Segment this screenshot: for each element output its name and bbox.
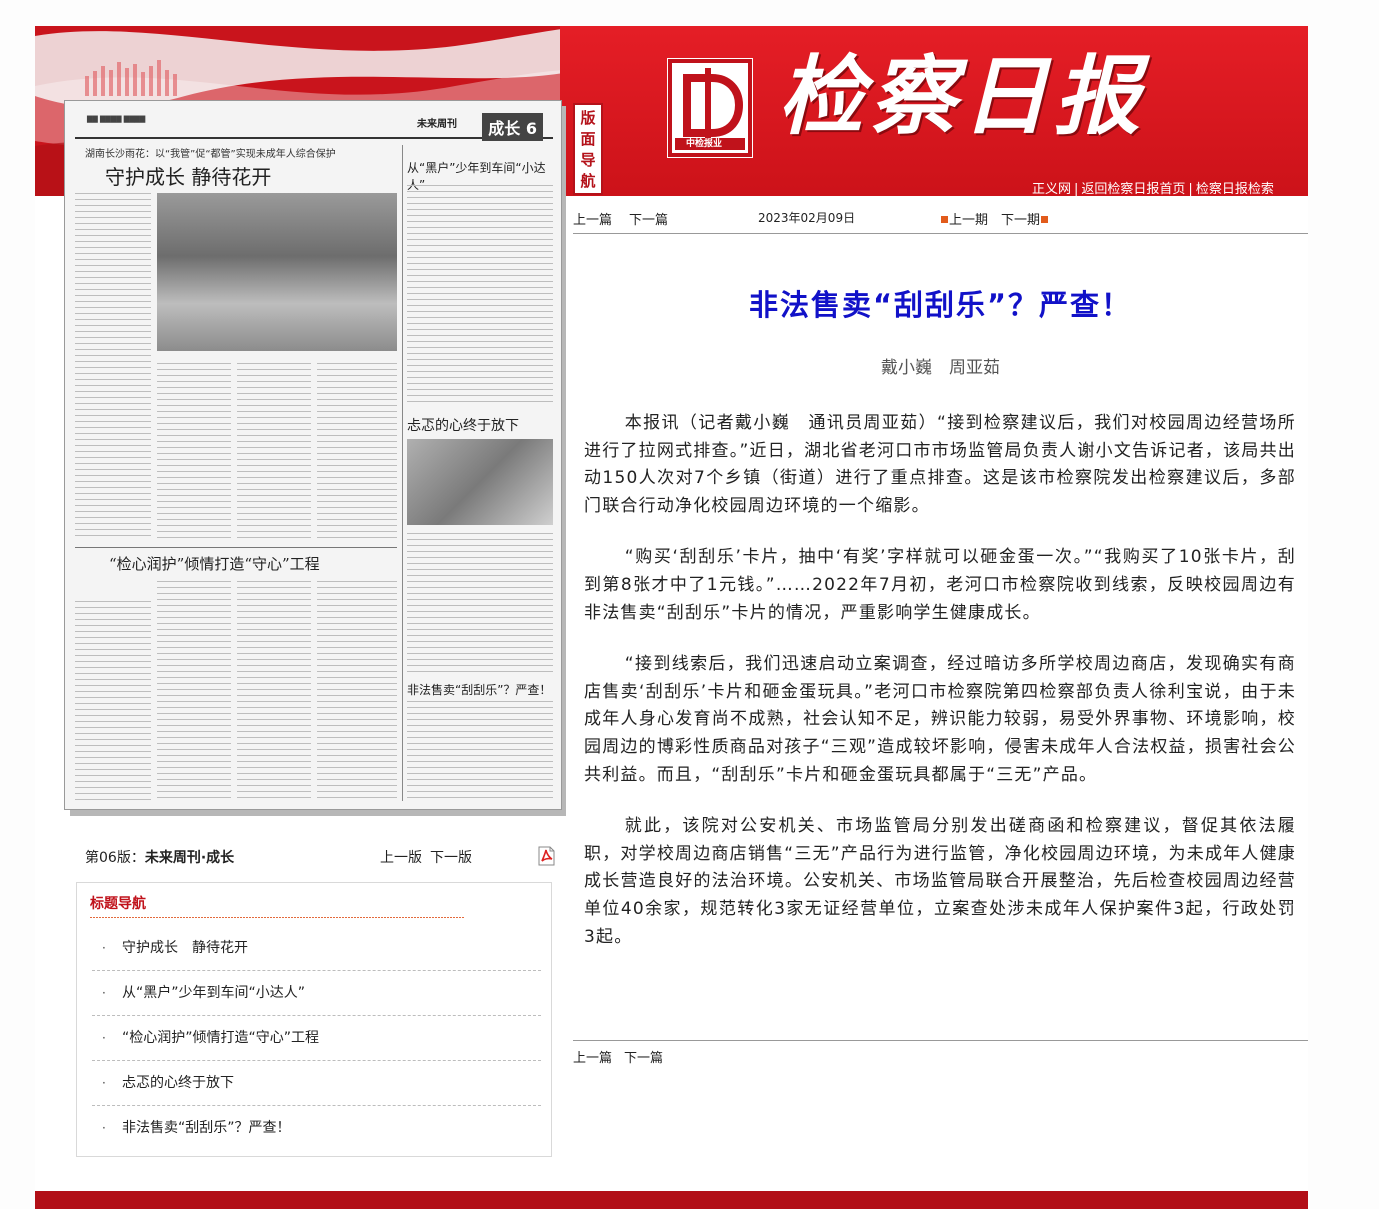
paper-headline-main: 守护成长 静待花开	[105, 165, 272, 189]
prev-edition-link[interactable]: 上一版	[380, 850, 422, 866]
link-home[interactable]: 返回检察日报首页	[1081, 182, 1185, 197]
article-body: 本报讯（记者戴小巍 通讯员周亚茹）“接到检察建议后，我们对校园周边经营场所进行了…	[584, 410, 1296, 975]
paper-text-column	[407, 701, 553, 801]
bullet-icon: ·	[102, 1121, 106, 1135]
article-nav-bottom: 上一篇 下一篇	[573, 1040, 1308, 1066]
masthead-title: 检察日报	[778, 46, 1146, 147]
edition-name: 未来周刊·成长	[144, 850, 235, 866]
bullet-icon: ·	[102, 941, 106, 955]
top-links: 正义网 | 返回检察日报首页 | 检察日报检索	[1032, 178, 1274, 197]
article-paragraph: 本报讯（记者戴小巍 通讯员周亚茹）“接到检察建议后，我们对校园周边经营场所进行了…	[584, 413, 1296, 516]
bullet-icon: ·	[102, 986, 106, 1000]
next-article-link[interactable]: 下一篇	[629, 209, 668, 228]
headline-nav-item[interactable]: · 非法售卖“刮刮乐”？严查！	[92, 1106, 541, 1151]
paper-text-column	[237, 581, 311, 801]
prev-article-link-bottom[interactable]: 上一篇	[573, 1051, 612, 1066]
pdf-icon[interactable]	[537, 846, 556, 866]
paper-text-column	[317, 581, 397, 801]
paper-issue-tag: 成长 6	[482, 113, 543, 141]
layout-nav-tag: 版面导航	[573, 103, 603, 195]
prev-issue-link[interactable]: 上一期	[940, 209, 988, 228]
bullet-icon: ·	[102, 1031, 106, 1045]
link-zhengyi[interactable]: 正义网	[1032, 182, 1071, 197]
headline-nav-item-label: 非法售卖“刮刮乐”？严查！	[122, 1120, 291, 1136]
paper-text-column	[157, 363, 231, 543]
prev-article-link[interactable]: 上一篇	[573, 209, 612, 228]
article-author: 戴小巍 周亚茹	[881, 358, 1000, 378]
paper-headline-right-mid: 忐忑的心终于放下	[407, 418, 519, 434]
paper-text-column	[237, 363, 311, 543]
logo-caption: 中检报业	[686, 139, 723, 149]
headline-nav-underline	[90, 917, 464, 918]
arrow-left-icon	[941, 216, 948, 223]
edition-label: 第06版：未来周刊·成长	[85, 847, 234, 867]
newspaper-page-thumbnail[interactable]: ▇▇ ▇▇▇▇ ▇▇▇▇ 未来周刊 成长 6 湖南长沙雨花：以“我管”促“都管”…	[64, 100, 562, 810]
headline-nav-list: · 守护成长 静待花开 · 从“黑户”少年到车间“小达人” · “检心润护”倾情打造“…	[92, 926, 541, 1151]
paper-text-column	[75, 601, 151, 801]
headline-nav-item[interactable]: · 从“黑户”少年到车间“小达人”	[92, 971, 541, 1016]
paper-kicker: 湖南长沙雨花：以“我管”促“都管”实现未成年人综合保护	[85, 149, 336, 160]
next-issue-link[interactable]: 下一期	[1001, 209, 1049, 228]
next-issue-label: 下一期	[1001, 213, 1041, 228]
paper-photo-classroom	[157, 193, 397, 351]
headline-nav-item[interactable]: · 守护成长 静待花开	[92, 926, 541, 971]
prev-issue-label: 上一期	[949, 213, 989, 228]
link-search[interactable]: 检察日报检索	[1196, 182, 1274, 197]
next-edition-link[interactable]: 下一版	[430, 850, 472, 866]
headline-nav-item[interactable]: · “检心润护”倾情打造“守心”工程	[92, 1016, 541, 1061]
headline-nav-box: 标题导航 · 守护成长 静待花开 · 从“黑户”少年到车间“小达人” · “检心润护”…	[76, 882, 552, 1157]
paper-masthead-bar: ▇▇ ▇▇▇▇ ▇▇▇▇ 未来周刊 成长 6	[75, 111, 553, 141]
paper-text-column	[407, 533, 553, 673]
paper-text-column	[75, 193, 151, 538]
paper-text-column	[157, 581, 231, 801]
paper-divider	[402, 145, 403, 801]
article-paragraph: “购买‘刮刮乐’卡片，抽中‘有奖’字样就可以砸金蛋一次。”“我购买了10张卡片，…	[584, 547, 1296, 623]
article-paragraph: 就此，该院对公安机关、市场监管局分别发出磋商函和检察建议，督促其依法履职，对学校…	[584, 816, 1296, 947]
paper-headline-right-bottom: 非法售卖“刮刮乐”？严查！	[407, 683, 552, 697]
headline-nav-item[interactable]: · 忐忑的心终于放下	[92, 1061, 541, 1106]
bullet-icon: ·	[102, 1076, 106, 1090]
issue-date: 2023年02月09日	[758, 211, 856, 225]
headline-nav-item-label: 忐忑的心终于放下	[122, 1075, 234, 1091]
article-title: 非法售卖“刮刮乐”？严查！	[748, 288, 1133, 322]
paper-text-column	[317, 363, 397, 543]
article-nav-top: 上一篇 下一篇 2023年02月09日 上一期 下一期	[573, 209, 1308, 234]
headline-nav-item-label: 守护成长 静待花开	[122, 940, 248, 956]
article-paragraph: “接到线索后，我们迅速启动立案调查，经过暗访多所学校周边商店，发现确实有商店售卖…	[584, 654, 1296, 785]
link-separator: |	[1188, 182, 1193, 197]
paper-weekly-label: 未来周刊	[417, 119, 457, 130]
edition-nav: 上一版 下一版	[380, 847, 480, 867]
paper-small-header: ▇▇ ▇▇▇▇ ▇▇▇▇	[87, 115, 146, 123]
next-article-link-bottom[interactable]: 下一篇	[624, 1051, 663, 1066]
headline-nav-title: 标题导航	[90, 896, 146, 912]
arrow-right-icon	[1041, 216, 1049, 223]
headline-nav-item-label: 从“黑户”少年到车间“小达人”	[122, 985, 306, 1001]
edition-prefix: 第06版：	[85, 850, 145, 866]
paper-text-column	[407, 185, 553, 407]
headline-nav-item-label: “检心润护”倾情打造“守心”工程	[122, 1030, 320, 1046]
paper-headline-middle: “检心润护”倾情打造“守心”工程	[109, 555, 320, 573]
paper-divider	[75, 547, 397, 548]
link-separator: |	[1074, 182, 1079, 197]
footer-bar	[35, 1191, 1308, 1209]
paper-photo-meeting	[407, 439, 553, 525]
